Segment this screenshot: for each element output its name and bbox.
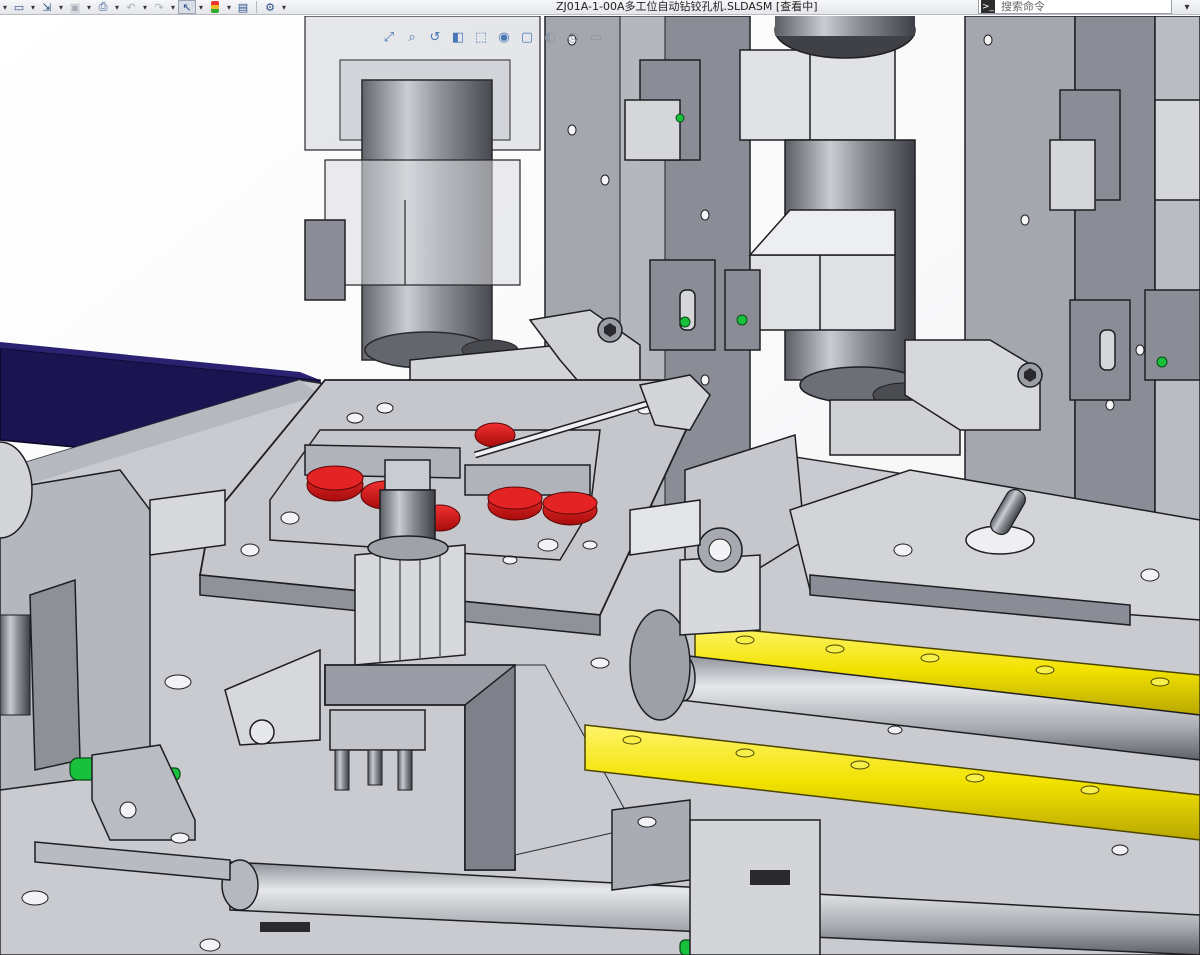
options-icon[interactable]: ⚙ xyxy=(261,0,279,14)
title-toolbar: ▾ ▭ ▾ ⇲ ▾ ▣ ▾ ⎙ ▾ ↶ ▾ ↷ ▾ ↖ ▾ ▾ ▤ ⚙ ▾ ZJ… xyxy=(0,0,1200,15)
assembly-model-view[interactable] xyxy=(0,16,1200,955)
edit-appearance-icon[interactable]: ◐ xyxy=(541,28,559,46)
undo-icon[interactable]: ↶ xyxy=(122,0,140,14)
new-icon[interactable]: ▭ xyxy=(10,0,28,14)
spindle-clamp-upper-right xyxy=(739,49,896,141)
search-dropdown-caret[interactable]: ▾ xyxy=(1180,0,1194,14)
file-properties-icon[interactable]: ▤ xyxy=(234,0,252,14)
rebuild-dropdown[interactable]: ▾ xyxy=(224,0,234,14)
redo-dropdown[interactable]: ▾ xyxy=(168,0,178,14)
spindle-clamp-lower-right xyxy=(749,254,896,331)
zoom-area-icon[interactable]: ⌕ xyxy=(403,28,421,46)
pneumatic-cylinder xyxy=(354,544,466,666)
view-settings-icon[interactable]: ▭ xyxy=(587,28,605,46)
select-dropdown[interactable]: ▾ xyxy=(196,0,206,14)
rebuild-icon[interactable] xyxy=(206,0,224,14)
undo-dropdown[interactable]: ▾ xyxy=(140,0,150,14)
select-icon[interactable]: ↖ xyxy=(178,0,196,14)
previous-view-icon[interactable]: ↺ xyxy=(426,28,444,46)
command-search-box[interactable]: >_ xyxy=(978,0,1172,14)
save-icon[interactable]: ▣ xyxy=(66,0,84,14)
view-orientation-icon[interactable]: ⬚ xyxy=(472,28,490,46)
open-icon[interactable]: ⇲ xyxy=(38,0,56,14)
quick-access-toolbar: ▾ ▭ ▾ ⇲ ▾ ▣ ▾ ⎙ ▾ ↶ ▾ ↷ ▾ ↖ ▾ ▾ ▤ ⚙ ▾ xyxy=(0,0,289,15)
command-search-input[interactable] xyxy=(1001,0,1161,13)
display-style-icon[interactable]: ◉ xyxy=(495,28,513,46)
graphics-area[interactable] xyxy=(0,16,1200,955)
section-view-icon[interactable]: ◧ xyxy=(449,28,467,46)
heads-up-view-toolbar: ⤢ ⌕ ↺ ◧ ⬚ ◉ ▢ ◐ ◎ ▭ xyxy=(380,26,605,48)
zoom-to-fit-icon[interactable]: ⤢ xyxy=(380,28,398,46)
new-dropdown[interactable]: ▾ xyxy=(28,0,38,14)
print-dropdown[interactable]: ▾ xyxy=(112,0,122,14)
toolbar-separator xyxy=(256,1,257,13)
redo-icon[interactable]: ↷ xyxy=(150,0,168,14)
apply-scene-icon[interactable]: ◎ xyxy=(564,28,582,46)
options-dropdown[interactable]: ▾ xyxy=(279,0,289,14)
document-title: ZJ01A-1-00A多工位自动钻铰孔机.SLDASM [查看中] xyxy=(556,0,818,13)
open-dropdown[interactable]: ▾ xyxy=(56,0,66,14)
save-dropdown[interactable]: ▾ xyxy=(84,0,94,14)
command-prompt-icon: >_ xyxy=(981,0,995,13)
menu-caret[interactable]: ▾ xyxy=(0,0,10,14)
hide-show-icon[interactable]: ▢ xyxy=(518,28,536,46)
print-icon[interactable]: ⎙ xyxy=(94,0,112,14)
